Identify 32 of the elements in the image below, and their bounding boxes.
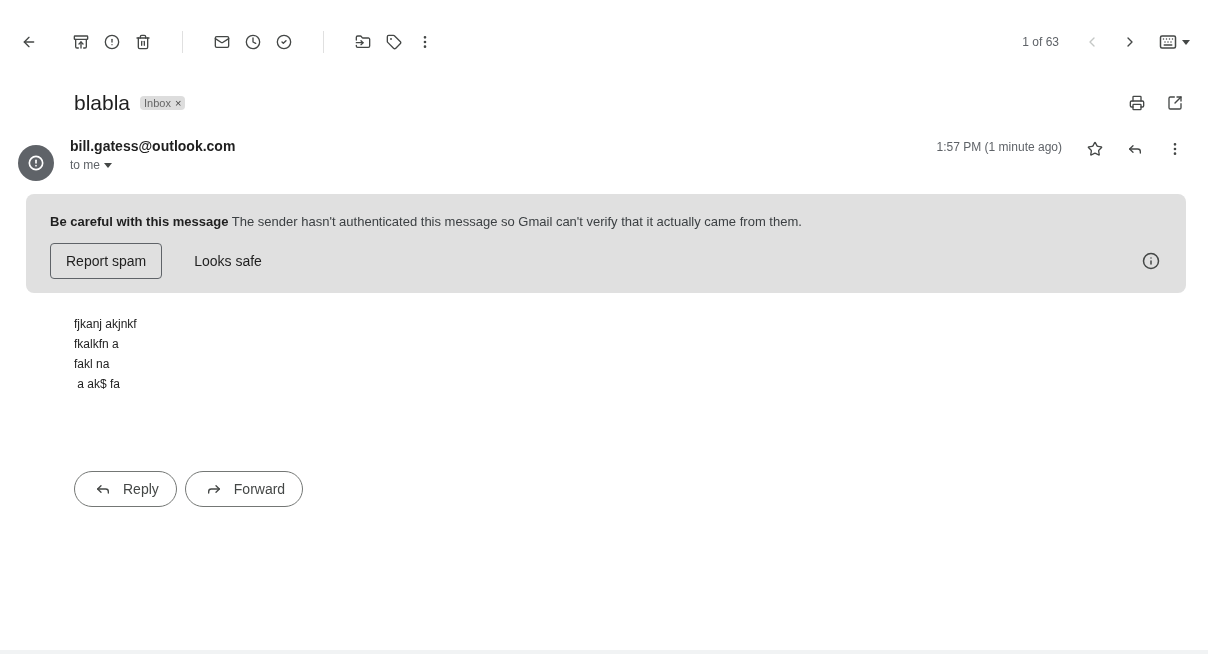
warning-text: Be careful with this message The sender hasn't authenticated this message so Gmail can't verify that it actually came from them. <box>50 214 803 229</box>
delete-icon[interactable] <box>135 34 151 50</box>
report-spam-button[interactable]: Report spam <box>50 243 163 279</box>
subject-title: blabla <box>74 91 131 115</box>
caret-icon[interactable] <box>1182 39 1190 45</box>
reply-button[interactable]: Reply <box>74 471 177 507</box>
archive-icon[interactable] <box>73 34 89 50</box>
message-line: fakl na <box>74 357 111 371</box>
print-icon[interactable] <box>1129 95 1145 111</box>
message-line: fjkanj akjnkf <box>74 317 138 331</box>
message-line: fkalkfn a <box>74 337 120 351</box>
add-task-icon[interactable] <box>276 34 292 50</box>
recipient-text[interactable]: to me <box>70 158 100 172</box>
star-icon[interactable] <box>1087 141 1103 157</box>
keyboard-icon[interactable] <box>1159 33 1177 51</box>
label-icon[interactable] <box>386 34 402 50</box>
new-window-icon[interactable] <box>1167 95 1183 111</box>
mail-icon[interactable] <box>214 34 230 50</box>
looks-safe-button[interactable]: Looks safe <box>178 243 278 279</box>
forward-button[interactable]: Forward <box>184 471 304 507</box>
info-icon[interactable] <box>1142 252 1160 270</box>
report-spam-icon[interactable] <box>104 34 120 50</box>
pager-count: 1 of 63 <box>1022 35 1059 49</box>
message-line: a ak$ fa <box>76 377 122 391</box>
move-to-folder-icon[interactable] <box>355 34 371 50</box>
alert-icon <box>28 155 44 171</box>
caret-icon[interactable] <box>104 162 112 168</box>
clock-icon[interactable] <box>245 34 261 50</box>
message-time: 1:57 PM (1 minute ago) <box>936 140 1062 154</box>
inbox-label: Inbox <box>144 97 171 109</box>
remove-label-button[interactable]: × <box>175 97 182 109</box>
sender-email: bill.gatess@outlook.com <box>70 138 236 154</box>
